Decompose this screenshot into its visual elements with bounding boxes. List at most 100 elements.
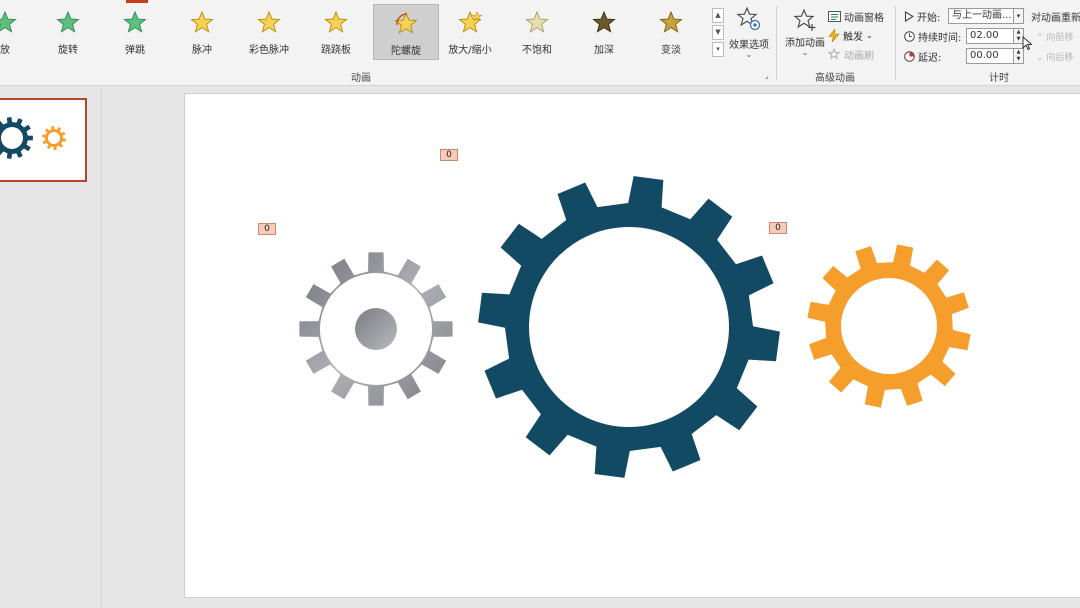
chevron-down-icon: ⌄	[866, 30, 873, 40]
delay-value: 00.00	[970, 50, 999, 61]
animation-effect-item[interactable]: 弹跳	[102, 4, 168, 60]
play-icon	[904, 10, 914, 22]
animation-pane-button[interactable]: 动画窗格	[828, 8, 884, 24]
delay-input[interactable]: 00.00 ▲ ▼	[966, 48, 1024, 64]
animation-effect-label: 陀螺旋	[391, 46, 421, 57]
animation-order-tag[interactable]: 0	[769, 222, 787, 234]
move-later-label: 向后移	[1046, 53, 1074, 63]
animation-effect-label: 跷跷板	[321, 45, 351, 56]
gallery-scroll: ▲ ▼ ▾	[712, 8, 724, 58]
animation-effect-item[interactable]: 放大/缩小	[437, 4, 503, 60]
animation-effect-item[interactable]: 加深	[571, 4, 637, 60]
animation-effect-label: 弹跳	[125, 45, 145, 56]
trigger-button[interactable]: 触发 ⌄	[828, 27, 873, 43]
tab-indicator	[126, 0, 148, 3]
move-earlier-label: 向前移	[1046, 33, 1074, 43]
star-desaturate-icon	[525, 10, 549, 33]
animation-effect-item[interactable]: 旋转	[35, 4, 101, 60]
thumbnail-orange-gear	[42, 126, 66, 150]
animation-effect-label: 彩色脉冲	[249, 45, 289, 56]
effect-options-label: 效果选项	[729, 40, 769, 51]
duration-label: 持续时间:	[918, 32, 962, 44]
duration-row: 持续时间: 02.00 ▲ ▼	[904, 27, 1024, 45]
lightning-icon	[828, 28, 840, 42]
slide-thumbnail[interactable]	[0, 98, 87, 182]
slide-thumbnail-pane	[0, 87, 102, 608]
animation-effect-item[interactable]: 不饱和	[504, 4, 570, 60]
star-color-pulse-icon	[257, 10, 281, 33]
star-grow-shrink-icon	[458, 10, 483, 33]
animation-gallery: 放 旋转 弹跳 脉冲 彩色脉冲 跷跷板 陀螺旋 放大/缩小 不饱和 加深 变淡	[0, 4, 712, 60]
animation-effect-item[interactable]: 放	[0, 4, 38, 60]
group-separator	[776, 6, 777, 80]
star-spin-icon	[56, 10, 80, 33]
navy-gear-shape[interactable]	[478, 176, 780, 478]
trigger-label: 触发	[843, 31, 863, 43]
star-lighten-icon	[659, 10, 683, 33]
animation-pane-icon	[828, 10, 841, 22]
animation-effect-label: 脉冲	[192, 45, 212, 56]
add-animation-icon	[793, 8, 816, 31]
slide: 0 0 0	[184, 93, 1080, 598]
duration-input[interactable]: 02.00 ▲ ▼	[966, 28, 1024, 44]
mouse-cursor-icon	[1022, 36, 1032, 50]
gallery-expand-button[interactable]: ▾	[712, 42, 724, 57]
gray-gear-hub[interactable]	[355, 308, 397, 350]
animation-painter-button[interactable]: 动画刷	[828, 46, 874, 62]
ribbon: 放 旋转 弹跳 脉冲 彩色脉冲 跷跷板 陀螺旋 放大/缩小 不饱和 加深 变淡 ▲ ▼ ▾ 效果选项…	[0, 0, 1080, 86]
move-later-button[interactable]: ⌄ 向后移	[1036, 50, 1073, 63]
chevron-down-icon: ⌄	[801, 48, 809, 57]
start-row: 开始: 与上一动画... ▾	[904, 7, 1024, 25]
animation-group-label: 动画	[351, 73, 371, 84]
animation-effect-label: 放	[0, 45, 10, 56]
timing-group-label: 计时	[989, 73, 1009, 84]
animation-order-tag[interactable]: 0	[440, 149, 458, 161]
star-green-icon	[0, 10, 17, 33]
slide-editing-area: 0 0 0	[103, 87, 1080, 608]
animation-effect-label: 旋转	[58, 45, 78, 56]
delay-clock-icon	[904, 50, 915, 62]
move-earlier-button[interactable]: ⌃ 向前移	[1036, 30, 1073, 43]
animation-painter-icon	[828, 48, 841, 60]
add-animation-label: 添加动画	[785, 38, 825, 49]
effect-options-button[interactable]: 效果选项 ⌄	[726, 6, 772, 62]
star-darken-icon	[592, 10, 616, 33]
animation-order-tag[interactable]: 0	[258, 223, 276, 235]
animation-effect-item[interactable]: 跷跷板	[303, 4, 369, 60]
animation-pane-label: 动画窗格	[844, 12, 884, 24]
chevron-down-icon: ⌄	[745, 50, 753, 59]
animation-effect-item[interactable]: 变淡	[638, 4, 704, 60]
thumbnail-gears-image	[0, 117, 66, 159]
thumbnail-navy-gear	[0, 117, 33, 159]
start-value: 与上一动画...	[952, 10, 1012, 21]
gallery-scroll-up-button[interactable]: ▲	[712, 8, 724, 23]
group-separator	[895, 6, 896, 80]
animation-effect-label: 变淡	[661, 45, 681, 56]
clock-icon	[904, 30, 915, 42]
start-label: 开始:	[917, 12, 941, 24]
start-select[interactable]: 与上一动画... ▾	[948, 8, 1024, 24]
animation-effect-label: 加深	[594, 45, 614, 56]
dialog-launcher-icon[interactable]: ⌟	[765, 71, 769, 80]
animation-effect-item[interactable]: 脉冲	[169, 4, 235, 60]
advanced-animation-group-label: 高级动画	[815, 73, 855, 84]
chevron-down-icon[interactable]: ▾	[1013, 8, 1024, 24]
animation-effect-label: 放大/缩小	[448, 45, 492, 56]
gallery-scroll-down-button[interactable]: ▼	[712, 25, 724, 40]
delay-label: 延迟:	[918, 52, 942, 64]
animation-effect-item[interactable]: 陀螺旋	[373, 4, 439, 60]
star-spin-gold-icon	[394, 11, 418, 34]
animation-effect-item[interactable]: 彩色脉冲	[236, 4, 302, 60]
slide-canvas	[299, 176, 971, 478]
delay-stepper[interactable]: ▲ ▼	[1013, 48, 1024, 64]
star-bounce-icon	[123, 10, 147, 33]
orange-gear-shape[interactable]	[807, 244, 971, 408]
star-pulse-icon	[190, 10, 214, 33]
duration-value: 02.00	[970, 30, 999, 41]
reorder-animation-title: 对动画重新	[1031, 13, 1080, 24]
delay-row: 延迟: 00.00 ▲ ▼	[904, 47, 1024, 65]
star-teeter-icon	[324, 10, 348, 33]
add-animation-button[interactable]: 添加动画 ⌄	[782, 8, 828, 64]
effect-options-icon	[736, 6, 761, 31]
animation-effect-label: 不饱和	[522, 45, 552, 56]
